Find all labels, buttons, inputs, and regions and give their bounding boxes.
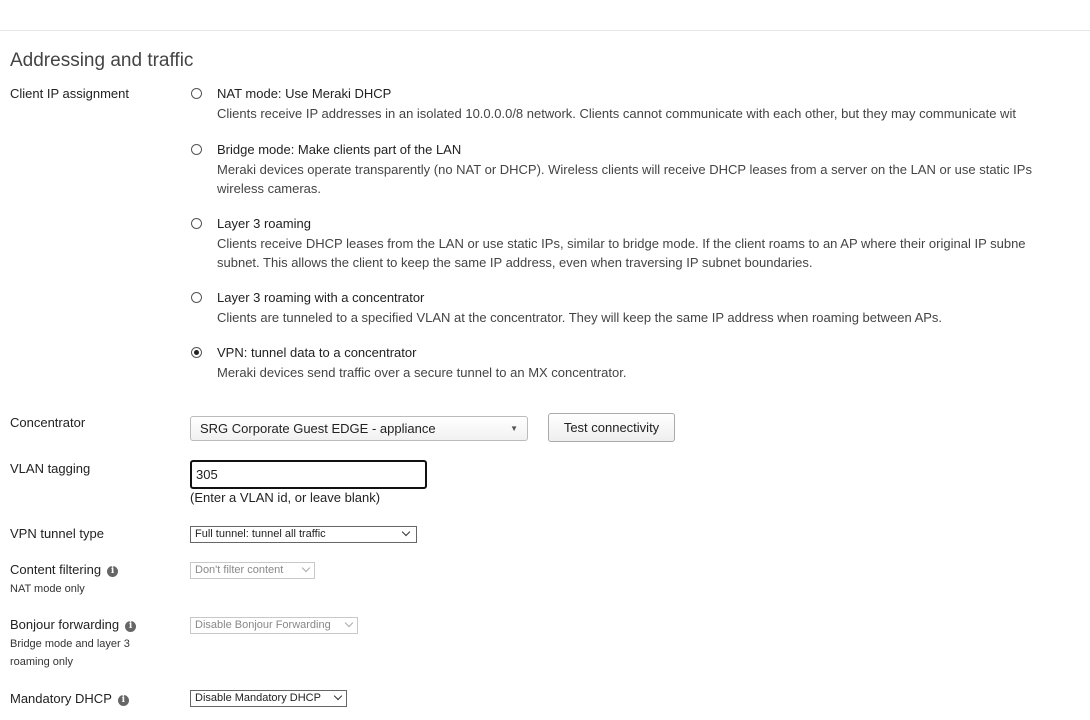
info-icon[interactable]: i — [125, 621, 137, 632]
radio-title-layer3-concentrator: Layer 3 roaming with a concentrator — [217, 290, 425, 305]
caret-down-icon: ▼ — [510, 424, 518, 433]
bonjour-forwarding-sublabel: Bridge mode and layer 3 roaming only — [10, 638, 130, 668]
radio-button-nat-mode[interactable] — [191, 88, 202, 99]
concentrator-selected-value: SRG Corporate Guest EDGE - appliance — [200, 421, 436, 436]
vpn-tunnel-type-value: Full tunnel: tunnel all traffic — [195, 528, 326, 540]
mandatory-dhcp-select[interactable]: Disable Mandatory DHCP — [190, 690, 347, 707]
radio-title-nat-mode: NAT mode: Use Meraki DHCP — [217, 86, 392, 101]
radio-button-bridge-mode[interactable] — [191, 144, 202, 155]
radio-button-vpn-tunnel[interactable] — [191, 347, 202, 358]
vlan-id-hint: (Enter a VLAN id, or leave blank) — [190, 490, 381, 505]
content-filtering-value: Don't filter content — [195, 564, 284, 576]
radio-desc-vpn-tunnel: Meraki devices send traffic over a secur… — [217, 365, 627, 380]
info-icon[interactable]: i — [117, 695, 129, 706]
vlan-id-input[interactable] — [190, 460, 427, 489]
vpn-tunnel-type-label: VPN tunnel type — [10, 526, 104, 541]
radio-button-layer3-roaming[interactable] — [191, 218, 202, 229]
chevron-down-icon — [401, 527, 411, 537]
content-filtering-label: Content filtering i — [10, 562, 119, 577]
content-filtering-sublabel: NAT mode only — [10, 583, 85, 595]
radio-desc-layer3-roaming: Clients receive DHCP leases from the LAN… — [217, 236, 1026, 270]
radio-button-layer3-concentrator[interactable] — [191, 292, 202, 303]
section-title: Addressing and traffic — [10, 50, 194, 71]
radio-title-bridge-mode: Bridge mode: Make clients part of the LA… — [217, 142, 462, 157]
radio-desc-bridge-mode: Meraki devices operate transparently (no… — [217, 162, 1032, 196]
info-icon[interactable]: i — [107, 566, 119, 577]
radio-desc-layer3-concentrator: Clients are tunneled to a specified VLAN… — [217, 310, 943, 325]
chevron-down-icon — [301, 563, 311, 573]
radio-desc-nat-mode: Clients receive IP addresses in an isola… — [217, 106, 1016, 121]
client-ip-assignment-label: Client IP assignment — [10, 86, 129, 101]
concentrator-label: Concentrator — [10, 415, 86, 430]
concentrator-select[interactable]: SRG Corporate Guest EDGE - appliance ▼ — [190, 416, 528, 441]
radio-title-vpn-tunnel: VPN: tunnel data to a concentrator — [217, 345, 417, 360]
radio-title-layer3-roaming: Layer 3 roaming — [217, 216, 311, 231]
content-filtering-select: Don't filter content — [190, 562, 315, 579]
mandatory-dhcp-value: Disable Mandatory DHCP — [195, 692, 321, 704]
vpn-tunnel-type-select[interactable]: Full tunnel: tunnel all traffic — [190, 526, 417, 543]
bonjour-forwarding-value: Disable Bonjour Forwarding — [195, 619, 331, 631]
chevron-down-icon — [333, 691, 343, 701]
bonjour-forwarding-label: Bonjour forwarding i — [10, 617, 137, 632]
vlan-tagging-label: VLAN tagging — [10, 461, 91, 476]
chevron-down-icon — [344, 618, 354, 628]
mandatory-dhcp-label: Mandatory DHCP i — [10, 691, 129, 706]
test-connectivity-button[interactable]: Test connectivity — [548, 413, 675, 442]
top-divider — [0, 30, 1090, 31]
bonjour-forwarding-select: Disable Bonjour Forwarding — [190, 617, 358, 634]
